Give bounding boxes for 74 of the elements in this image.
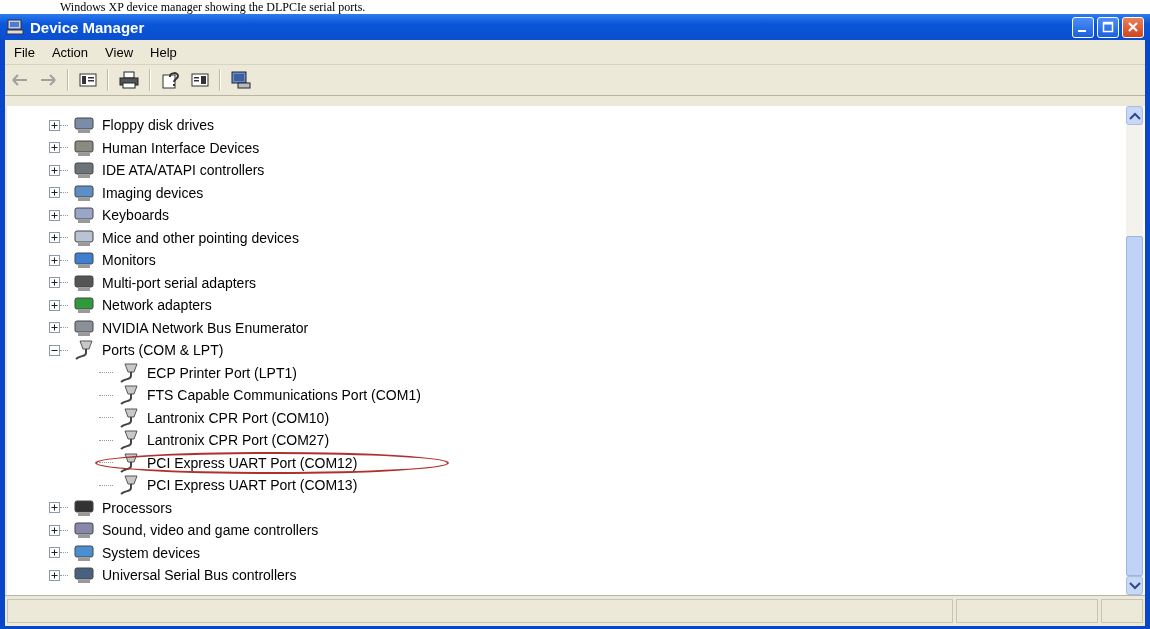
- expand-icon[interactable]: [49, 277, 60, 289]
- expand-icon[interactable]: [49, 232, 60, 244]
- caret-up-icon: [1128, 111, 1141, 120]
- window-title: Device Manager: [30, 18, 145, 36]
- panel-icon[interactable]: [79, 72, 97, 88]
- tree-item[interactable]: NVIDIA Network Bus Enumerator: [102, 319, 309, 336]
- expand-icon[interactable]: [49, 569, 60, 581]
- tree-item[interactable]: ECP Printer Port (LPT1): [147, 364, 297, 381]
- expand-icon[interactable]: [49, 187, 60, 199]
- tree-item[interactable]: FTS Capable Communications Port (COM1): [147, 387, 421, 404]
- tree-item[interactable]: Mice and other pointing devices: [102, 229, 299, 246]
- computer-scan-icon[interactable]: [231, 71, 251, 89]
- device-icon: [72, 205, 96, 226]
- expand-icon[interactable]: [49, 209, 60, 221]
- device-icon: [72, 497, 96, 518]
- expand-icon[interactable]: [49, 119, 60, 131]
- tree-item[interactable]: Ports (COM & LPT): [102, 342, 224, 359]
- tree-item[interactable]: Floppy disk drives: [102, 117, 215, 134]
- tree-item[interactable]: System devices: [102, 544, 201, 561]
- printer-icon[interactable]: [119, 71, 139, 89]
- scrollbar[interactable]: [1126, 106, 1143, 595]
- expand-icon[interactable]: [49, 299, 60, 311]
- tree-item[interactable]: Imaging devices: [102, 184, 204, 201]
- menu-item[interactable]: Action: [44, 42, 99, 62]
- device-icon: [72, 137, 96, 158]
- tree-item[interactable]: Network adapters: [102, 297, 212, 314]
- collapse-icon[interactable]: [49, 344, 60, 356]
- device-icon: [72, 272, 96, 293]
- tree-item[interactable]: Lantronix CPR Port (COM10): [147, 409, 330, 426]
- close-icon: [1127, 21, 1139, 33]
- expand-icon[interactable]: [49, 142, 60, 154]
- scroll-down-button[interactable]: [1126, 576, 1143, 595]
- tree-item[interactable]: Universal Serial Bus controllers: [102, 567, 297, 584]
- expand-icon[interactable]: [49, 547, 60, 559]
- menu-item[interactable]: Help: [143, 42, 187, 62]
- expand-icon[interactable]: [49, 164, 60, 176]
- tree-item[interactable]: Human Interface Devices: [102, 139, 260, 156]
- close-button[interactable]: [1122, 16, 1144, 38]
- computer-icon: [6, 19, 24, 35]
- menu-item[interactable]: File: [7, 42, 45, 62]
- device-icon: [72, 182, 96, 203]
- expand-icon[interactable]: [49, 524, 60, 536]
- tree-item[interactable]: Multi-port serial adapters: [102, 274, 257, 291]
- expand-icon[interactable]: [49, 254, 60, 266]
- caret-down-icon: [1128, 581, 1141, 590]
- tree-item[interactable]: Keyboards: [102, 207, 169, 224]
- tree-item[interactable]: PCI Express UART Port (COM12): [147, 454, 358, 471]
- maximize-icon: [1102, 21, 1114, 33]
- properties-icon[interactable]: [161, 71, 181, 89]
- expand-icon[interactable]: [49, 322, 60, 334]
- device-icon: [72, 565, 96, 586]
- caption-text: Windows XP device manager showing the DLPCIe serial ports.: [59, 0, 367, 14]
- tree-item[interactable]: PCI Express UART Port (COM13): [147, 477, 358, 494]
- device-icon: [72, 520, 96, 541]
- menu-item[interactable]: View: [98, 42, 144, 62]
- expand-icon[interactable]: [49, 502, 60, 514]
- window-icon[interactable]: [191, 72, 209, 88]
- tree-item[interactable]: IDE ATA/ATAPI controllers: [102, 162, 265, 179]
- device-icon: [72, 227, 96, 248]
- tree-item[interactable]: Sound, video and game controllers: [102, 522, 319, 539]
- maximize-button[interactable]: [1097, 16, 1119, 38]
- device-icon: [72, 317, 96, 338]
- minimize-button[interactable]: [1072, 16, 1094, 38]
- device-icon: [72, 160, 96, 181]
- device-icon: [72, 295, 96, 316]
- device-icon: [72, 250, 96, 271]
- tree-item[interactable]: Lantronix CPR Port (COM27): [147, 432, 330, 449]
- tree-item[interactable]: Processors: [102, 499, 173, 516]
- tree-item[interactable]: Monitors: [102, 252, 156, 269]
- scroll-up-button[interactable]: [1126, 106, 1143, 125]
- scroll-thumb[interactable]: [1126, 235, 1143, 576]
- device-icon: [72, 115, 96, 136]
- minimize-icon: [1077, 30, 1086, 32]
- device-icon: [72, 542, 96, 563]
